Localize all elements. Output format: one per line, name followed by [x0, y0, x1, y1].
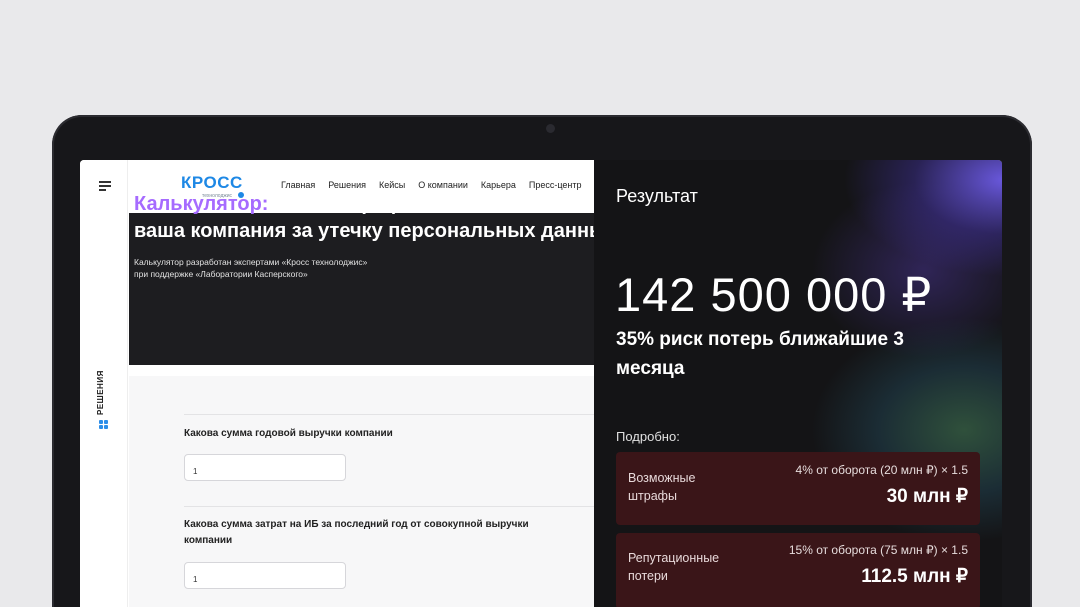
reputation-name-line1: Репутационные	[628, 551, 720, 565]
reputation-formula: 15% от оборота (75 млн ₽) × 1.5	[788, 543, 968, 557]
form-divider	[184, 414, 599, 415]
reputation-amount: 112.5 млн ₽	[861, 566, 968, 587]
nav-item-press[interactable]: Пресс-центр	[529, 180, 582, 190]
reputation-card: Репутационные потери 15% от оборота (75 …	[616, 533, 980, 607]
form-divider	[184, 506, 599, 507]
brand-logo[interactable]: КРОСС технолоджис	[181, 173, 244, 199]
fines-name-line2: штрафы	[628, 489, 677, 503]
nav-item-home[interactable]: Главная	[281, 180, 315, 190]
nav-item-career[interactable]: Карьера	[481, 180, 516, 190]
hero-desc-line1: Калькулятор разработан экспертами «Кросс…	[134, 257, 368, 267]
camera-icon	[546, 124, 555, 133]
hamburger-menu-icon[interactable]	[99, 181, 111, 191]
result-title: Результат	[616, 186, 698, 206]
result-panel: Результат 142 500 000 ₽ 35% риск потерь …	[594, 160, 1002, 607]
fines-name-line1: Возможные	[628, 471, 696, 485]
sidebar-solutions-label[interactable]: РЕШЕНИЯ	[96, 370, 105, 415]
hero-title-accent: Калькулятор:	[134, 193, 269, 215]
laptop-screen: РЕШЕНИЯ КРОСС технолоджис Главная Решени…	[80, 160, 1002, 607]
question-revenue-label: Какова сумма годовой выручки компании	[184, 428, 393, 439]
nav-item-about[interactable]: О компании	[418, 180, 468, 190]
result-risk: 35% риск потерь ближайшие 3 месяца	[616, 329, 904, 379]
nav-item-cases[interactable]: Кейсы	[379, 180, 405, 190]
top-navigation: Главная Решения Кейсы О компании Карьера…	[281, 180, 581, 190]
hero-title-line2: ваша компания за утечку персональных дан…	[134, 220, 618, 242]
hero-desc-line2: при поддержке «Лаборатории Касперского»	[134, 269, 308, 279]
fines-formula: 4% от оборота (20 млн ₽) × 1.5	[795, 463, 968, 477]
left-rail: РЕШЕНИЯ	[80, 160, 128, 607]
fines-card-name: Возможные штрафы	[628, 469, 696, 505]
brand-name: КРОСС	[181, 173, 243, 192]
hero-description: Калькулятор разработан экспертами «Кросс…	[134, 256, 367, 280]
nav-item-solutions[interactable]: Решения	[328, 180, 366, 190]
fines-amount: 30 млн ₽	[886, 486, 968, 507]
reputation-name-line2: потери	[628, 569, 668, 583]
fines-card: Возможные штрафы 4% от оборота (20 млн ₽…	[616, 452, 980, 525]
revenue-input[interactable]	[184, 454, 346, 481]
question-security-costs-label: Какова сумма затрат на ИБ за последний г…	[184, 519, 529, 546]
security-costs-input[interactable]	[184, 562, 346, 589]
details-label: Подробно:	[616, 429, 680, 444]
hero-title-line1: какой штраф заплатит	[268, 193, 497, 215]
grid-icon[interactable]	[99, 420, 108, 429]
hero-title: Калькулятор: какой штраф заплатит ваша к…	[134, 191, 617, 245]
reputation-card-name: Репутационные потери	[628, 549, 719, 585]
result-total: 142 500 000 ₽	[615, 268, 933, 321]
